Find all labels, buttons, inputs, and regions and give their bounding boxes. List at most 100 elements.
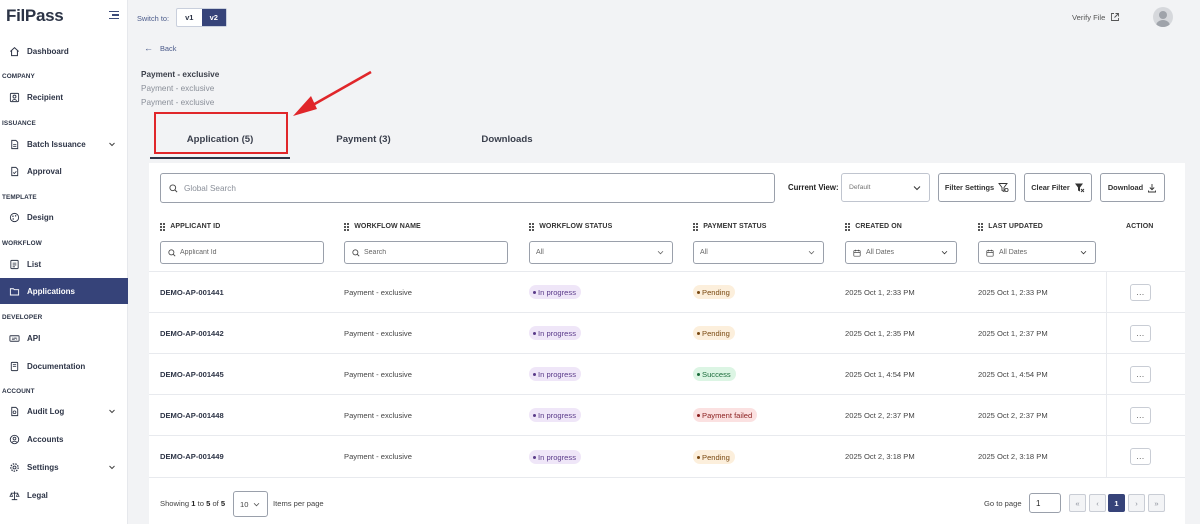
column-header-label: CREATED ON — [855, 223, 902, 231]
filter-settings-icon — [998, 183, 1009, 193]
sidebar-item-documentation[interactable]: Documentation — [0, 353, 128, 379]
applicant-id-cell[interactable]: DEMO-AP-001441 — [160, 288, 224, 297]
arrow-left-icon: ← — [144, 43, 153, 53]
sidebar-item-batch-issuance[interactable]: Batch Issuance — [0, 131, 128, 157]
verify-file-link[interactable]: Verify File — [1072, 12, 1120, 22]
applicant-id-filter[interactable] — [160, 241, 324, 264]
next-page-button[interactable]: › — [1128, 494, 1145, 512]
sidebar-item-dashboard[interactable]: Dashboard — [0, 38, 128, 64]
payment-status-badge: Pending — [693, 450, 735, 464]
document-icon — [9, 139, 20, 150]
created-on-filter[interactable]: All Dates — [845, 241, 957, 264]
row-actions-button[interactable]: ... — [1130, 325, 1151, 342]
last-updated-cell: 2025 Oct 1, 2:33 PM — [978, 288, 1048, 297]
page-1-button[interactable]: 1 — [1108, 494, 1125, 512]
first-page-button[interactable]: « — [1069, 494, 1086, 512]
menu-collapse-icon[interactable] — [109, 11, 119, 20]
applicant-id-cell[interactable]: DEMO-AP-001449 — [160, 452, 224, 461]
sidebar-item-list[interactable]: List — [0, 251, 128, 277]
column-header-workflow-status[interactable]: WORKFLOW STATUS — [529, 223, 612, 231]
row-divider — [149, 435, 1185, 436]
back-link[interactable]: ← Back — [144, 43, 176, 53]
download-button[interactable]: Download — [1100, 173, 1165, 202]
column-header-payment-status[interactable]: PAYMENT STATUS — [693, 223, 767, 231]
last-updated-filter-value: All Dates — [999, 249, 1028, 256]
drag-handle-icon[interactable] — [344, 223, 349, 231]
applicant-id-filter-input[interactable] — [180, 249, 300, 256]
chevron-down-icon — [253, 502, 260, 507]
filpass-logo[interactable]: FilPass — [6, 6, 64, 26]
search-icon — [168, 248, 176, 257]
current-view-select[interactable]: Default — [841, 173, 930, 202]
column-header-created-on[interactable]: CREATED ON — [845, 223, 902, 231]
sidebar-item-approval[interactable]: Approval — [0, 158, 128, 184]
row-actions-button[interactable]: ... — [1130, 366, 1151, 383]
payment-status-badge: Pending — [693, 326, 735, 340]
user-icon — [9, 92, 20, 103]
clear-filter-button[interactable]: Clear Filter — [1024, 173, 1092, 202]
row-actions-button[interactable]: ... — [1130, 284, 1151, 301]
clear-filter-label: Clear Filter — [1031, 183, 1070, 192]
badge-label: Success — [702, 369, 731, 379]
drag-handle-icon[interactable] — [529, 223, 534, 231]
sidebar-item-applications[interactable]: Applications — [0, 278, 128, 304]
workflow-status-filter[interactable]: All — [529, 241, 673, 264]
badge-label: Pending — [702, 328, 730, 338]
sidebar-item-legal[interactable]: Legal — [0, 482, 128, 508]
column-header-last-updated[interactable]: LAST UPDATED — [978, 223, 1043, 231]
document-check-icon — [9, 166, 20, 177]
badge-label: In progress — [538, 287, 576, 297]
last-page-button[interactable]: » — [1148, 494, 1165, 512]
workflow-status-badge: In progress — [529, 367, 581, 381]
drag-handle-icon[interactable] — [978, 223, 983, 231]
applicant-id-cell[interactable]: DEMO-AP-001442 — [160, 329, 224, 338]
tab-downloads[interactable]: Downloads — [452, 134, 562, 145]
sidebar: FilPass Dashboard COMPANY Recipient ISSU… — [0, 0, 128, 524]
payment-status-filter[interactable]: All — [693, 241, 824, 264]
sidebar-item-label: Audit Log — [27, 406, 65, 416]
chevron-down-icon — [913, 186, 921, 191]
column-header-applicant-id[interactable]: APPLICANT ID — [160, 223, 220, 231]
row-actions-button[interactable]: ... — [1130, 448, 1151, 465]
sidebar-item-settings[interactable]: Settings — [0, 454, 128, 480]
go-to-page-label: Go to page — [984, 499, 1022, 508]
workflow-name-cell: Payment - exclusive — [344, 411, 412, 420]
chevron-down-icon — [941, 250, 948, 255]
version-v2-button[interactable]: v2 — [201, 9, 226, 26]
previous-page-button[interactable]: ‹ — [1089, 494, 1106, 512]
drag-handle-icon[interactable] — [693, 223, 698, 231]
row-divider — [149, 477, 1185, 478]
applicant-id-cell[interactable]: DEMO-AP-001445 — [160, 370, 224, 379]
global-search-input[interactable] — [184, 183, 744, 193]
drag-handle-icon[interactable] — [160, 223, 165, 231]
workflow-name-filter[interactable] — [344, 241, 508, 264]
payment-status-filter-value: All — [700, 249, 708, 256]
global-search-field[interactable] — [160, 173, 775, 203]
chevron-down-icon — [109, 465, 115, 470]
sidebar-item-accounts[interactable]: Accounts — [0, 426, 128, 452]
sidebar-item-recipient[interactable]: Recipient — [0, 84, 128, 110]
items-per-page-select[interactable]: 10 — [233, 491, 268, 517]
version-v1-button[interactable]: v1 — [177, 9, 202, 26]
badge-label: Payment failed — [702, 410, 753, 420]
sidebar-item-audit-log[interactable]: Audit Log — [0, 398, 128, 424]
workflow-name-filter-input[interactable] — [364, 249, 484, 256]
action-column-divider — [1106, 271, 1107, 477]
last-updated-filter[interactable]: All Dates — [978, 241, 1096, 264]
sidebar-item-design[interactable]: Design — [0, 204, 128, 230]
scale-icon — [9, 490, 20, 501]
filter-settings-button[interactable]: Filter Settings — [938, 173, 1016, 202]
applicant-id-cell[interactable]: DEMO-AP-001448 — [160, 411, 224, 420]
workflow-status-badge: In progress — [529, 408, 581, 422]
tab-payment[interactable]: Payment (3) — [306, 134, 421, 145]
go-to-page-input[interactable]: 1 — [1029, 493, 1061, 513]
audit-icon — [9, 406, 20, 417]
sidebar-item-label: List — [27, 259, 42, 269]
drag-handle-icon[interactable] — [845, 223, 850, 231]
row-actions-button[interactable]: ... — [1130, 407, 1151, 424]
column-header-workflow-name[interactable]: WORKFLOW NAME — [344, 223, 421, 231]
user-avatar[interactable] — [1153, 7, 1173, 27]
accounts-icon — [9, 434, 20, 445]
row-divider — [149, 312, 1185, 313]
sidebar-item-api[interactable]: API API — [0, 325, 128, 351]
